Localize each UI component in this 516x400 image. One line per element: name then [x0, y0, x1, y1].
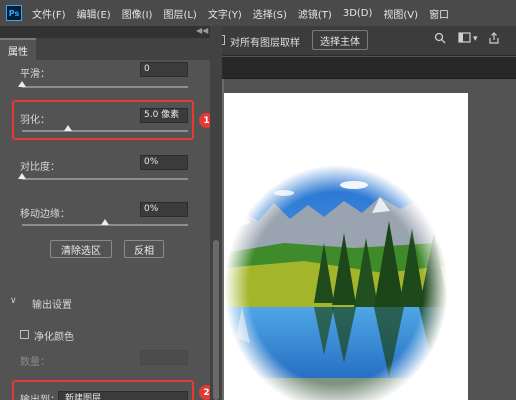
smooth-label: 平滑：	[20, 69, 50, 80]
menu-3d[interactable]: 3D(D)	[343, 8, 373, 19]
share-icon[interactable]	[488, 32, 500, 47]
decontaminate-label: 净化颜色	[34, 332, 74, 343]
search-icon[interactable]	[434, 32, 446, 47]
feather-field[interactable]: 5.0 像素	[140, 108, 188, 123]
workspace-icon[interactable]	[458, 32, 472, 47]
feather-slider-thumb[interactable]	[64, 125, 73, 131]
clear-selection-button[interactable]: 清除选区	[50, 240, 112, 258]
menu-layer[interactable]: 图层(L)	[163, 6, 196, 21]
feather-label: 羽化：	[20, 115, 50, 126]
document-ruler	[222, 57, 516, 79]
menu-file[interactable]: 文件(F)	[32, 6, 66, 21]
decontaminate-checkbox[interactable]	[20, 330, 29, 339]
contrast-slider-thumb[interactable]	[18, 173, 26, 179]
shift-edge-field[interactable]: 0%	[140, 202, 188, 217]
panel-header-strip: ◀◀ ✕	[0, 26, 222, 38]
contrast-field[interactable]: 0%	[140, 155, 188, 170]
shift-edge-label: 移动边缘：	[20, 209, 70, 220]
feather-slider-track[interactable]	[22, 125, 188, 132]
amount-label: 数量：	[20, 357, 50, 368]
smooth-slider-thumb[interactable]	[18, 81, 26, 87]
menu-image[interactable]: 图像(I)	[122, 6, 153, 21]
amount-field	[140, 350, 188, 365]
tab-properties[interactable]: 属性	[0, 38, 36, 60]
smooth-slider-track[interactable]	[18, 81, 188, 88]
contrast-slider-track[interactable]	[18, 173, 188, 180]
output-settings-label: 输出设置	[32, 300, 72, 311]
menu-filter[interactable]: 滤镜(T)	[298, 6, 332, 21]
invert-button[interactable]: 反相	[124, 240, 164, 258]
canvas-area[interactable]	[224, 79, 516, 400]
feathered-landscape-photo	[224, 163, 468, 400]
panel-scrollbar-thumb[interactable]	[213, 240, 219, 400]
panel-scrollbar[interactable]	[210, 26, 222, 400]
select-subject-button[interactable]: 选择主体	[312, 30, 368, 50]
contrast-label: 对比度：	[20, 162, 60, 173]
menu-bar: Ps 文件(F) 编辑(E) 图像(I) 图层(L) 文字(Y) 选择(S) 滤…	[0, 0, 516, 26]
menu-type[interactable]: 文字(Y)	[208, 6, 242, 21]
chevron-down-icon[interactable]: ▾	[473, 34, 478, 44]
sample-all-layers-label: 对所有图层取样	[230, 38, 300, 49]
output-to-select[interactable]: 新建图层	[58, 391, 188, 400]
menu-window[interactable]: 窗口	[429, 6, 449, 21]
collapse-panel-icon[interactable]: ◀◀	[196, 26, 208, 35]
menu-view[interactable]: 视图(V)	[383, 6, 418, 21]
menu-select[interactable]: 选择(S)	[253, 6, 287, 21]
menu-edit[interactable]: 编辑(E)	[77, 6, 111, 21]
shift-edge-slider-track[interactable]	[22, 219, 188, 226]
smooth-field[interactable]: 0	[140, 62, 188, 77]
output-to-label: 输出到：	[20, 391, 60, 400]
document-canvas[interactable]	[224, 93, 468, 400]
shift-edge-slider-thumb[interactable]	[101, 219, 109, 225]
photoshop-logo[interactable]: Ps	[6, 5, 22, 21]
panel-tab-row: 属性	[0, 38, 210, 60]
chevron-down-icon[interactable]: ∨	[10, 296, 17, 306]
